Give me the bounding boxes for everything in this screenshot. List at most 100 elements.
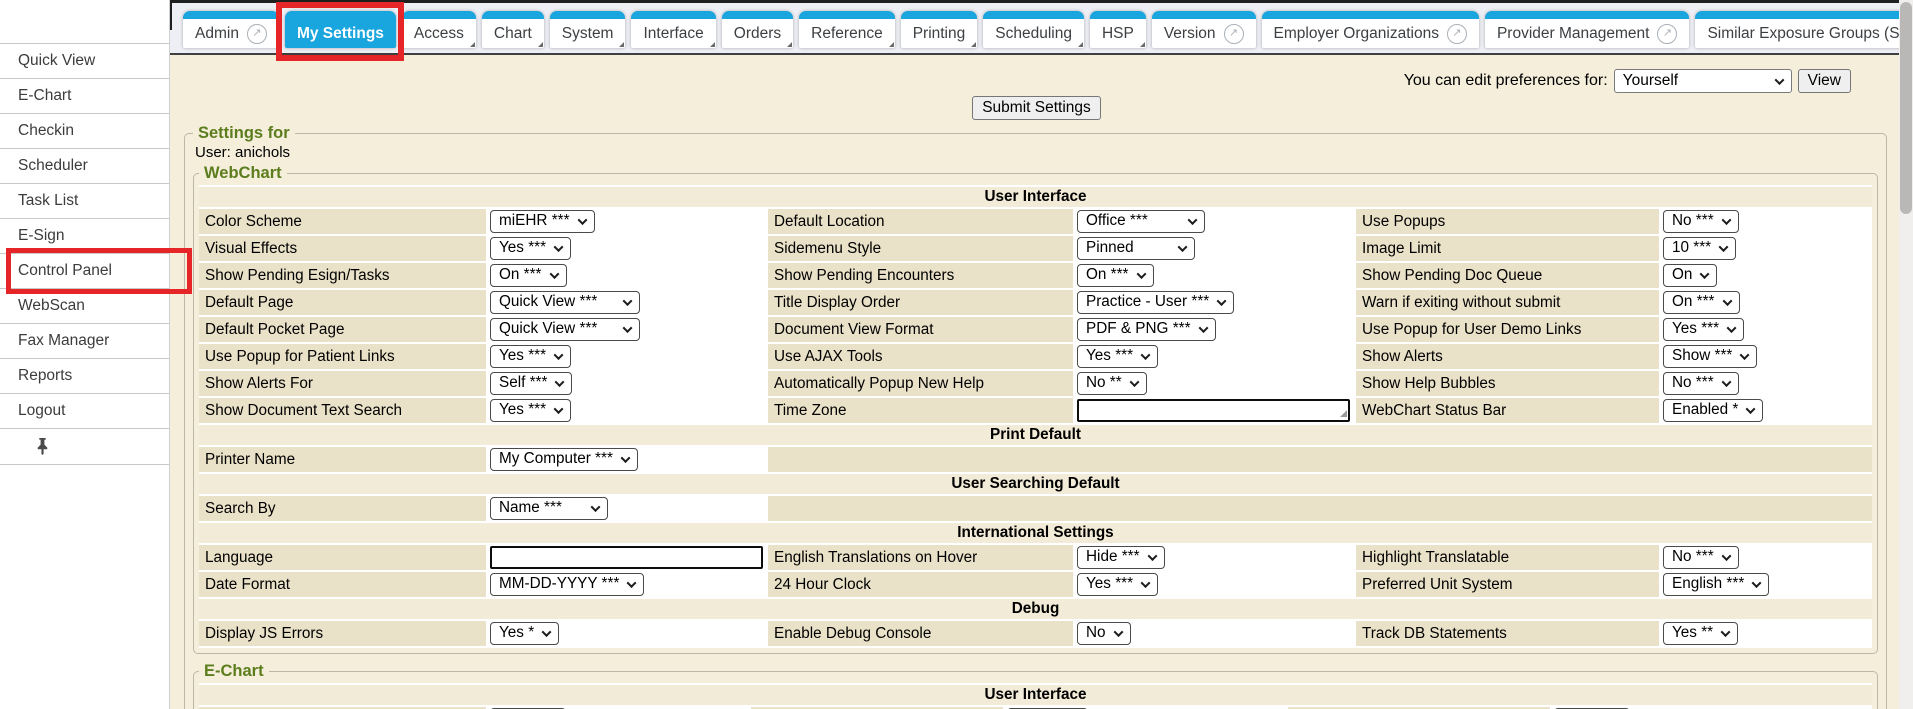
use-popup-user-demo-links-select[interactable]: Yes ***: [1663, 318, 1744, 341]
show-pending-encounters-select[interactable]: On ***: [1077, 264, 1154, 287]
sidebar-item-e-chart[interactable]: E-Chart: [0, 79, 169, 114]
default-pocket-page-select[interactable]: Quick View ***: [490, 318, 640, 341]
chevron-down-icon: [554, 350, 564, 360]
pin-icon[interactable]: [36, 438, 49, 455]
tab-version[interactable]: Version↗: [1152, 11, 1256, 48]
scrollbar-thumb[interactable]: [1900, 2, 1912, 214]
popout-icon[interactable]: ↗: [247, 24, 267, 44]
sidebar-item-control-panel[interactable]: Control Panel: [0, 254, 169, 289]
setting-label: Default Pocket Page: [199, 317, 486, 342]
english-translations-hover-select[interactable]: Hide ***: [1077, 546, 1165, 569]
color-scheme-select[interactable]: miEHR ***: [490, 210, 595, 233]
section-header: User Searching Default: [199, 474, 1872, 494]
settings-row: Printer Name My Computer ***: [199, 447, 1872, 472]
document-view-format-select[interactable]: PDF & PNG ***: [1077, 318, 1216, 341]
default-location-select[interactable]: Office ***: [1077, 210, 1205, 233]
sidebar-item-webscan[interactable]: WebScan: [0, 289, 169, 324]
visual-effects-select[interactable]: Yes ***: [490, 237, 571, 260]
show-pending-doc-queue-select[interactable]: On: [1663, 264, 1717, 287]
tab-employer-organizations[interactable]: Employer Organizations↗: [1262, 11, 1479, 48]
tab-reference[interactable]: Reference: [799, 11, 895, 48]
menu-corner-icon: [971, 42, 976, 47]
sidebar: Quick View E-Chart Checkin Scheduler Tas…: [0, 0, 170, 709]
warn-if-exiting-select[interactable]: On ***: [1663, 291, 1740, 314]
tab-scheduling[interactable]: Scheduling: [983, 11, 1084, 48]
show-help-bubbles-select[interactable]: No ***: [1663, 372, 1739, 395]
popout-icon[interactable]: ↗: [1224, 24, 1244, 44]
view-button[interactable]: View: [1798, 69, 1851, 93]
sidebar-item-task-list[interactable]: Task List: [0, 184, 169, 219]
tab-similar-exposure-groups[interactable]: Similar Exposure Groups (SEGs)↗: [1695, 11, 1913, 48]
auto-popup-new-help-select[interactable]: No **: [1077, 372, 1147, 395]
scrollbar-track[interactable]: [1899, 0, 1913, 709]
show-alerts-select[interactable]: Show ***: [1663, 345, 1757, 368]
submit-settings-button[interactable]: Submit Settings: [972, 96, 1101, 120]
default-page-select[interactable]: Quick View ***: [490, 291, 640, 314]
echart-settings-table: User Interface Force multi-row tabs open…: [199, 683, 1872, 709]
setting-label: Date Format: [199, 572, 486, 597]
24-hour-clock-select[interactable]: Yes ***: [1077, 573, 1158, 596]
setting-label: Color Scheme: [199, 209, 486, 234]
tab-interface[interactable]: Interface: [631, 11, 715, 48]
webchart-status-bar-select[interactable]: Enabled *: [1663, 399, 1763, 422]
tab-my-settings[interactable]: My Settings: [285, 11, 396, 48]
edit-preferences-for-select[interactable]: Yourself: [1614, 69, 1792, 93]
tab-label: Interface: [643, 25, 703, 43]
display-js-errors-select[interactable]: Yes *: [490, 622, 559, 645]
time-zone-input[interactable]: [1077, 399, 1350, 422]
tab-system[interactable]: System: [550, 11, 626, 48]
use-popup-patient-links-select[interactable]: Yes ***: [490, 345, 571, 368]
setting-label: Default Page: [199, 290, 486, 315]
setting-label: Show Pending Esign/Tasks: [199, 263, 486, 288]
printer-name-select[interactable]: My Computer ***: [490, 448, 638, 471]
search-by-select[interactable]: Name ***: [490, 497, 608, 520]
sidebar-item-checkin[interactable]: Checkin: [0, 114, 169, 149]
show-document-text-search-select[interactable]: Yes ***: [490, 399, 571, 422]
setting-label: Visual Effects: [199, 236, 486, 261]
chevron-down-icon: [623, 323, 633, 333]
setting-label: Image Limit: [1356, 236, 1659, 261]
settings-row: Language English Translations on Hover H…: [199, 545, 1872, 570]
date-format-select[interactable]: MM-DD-YYYY ***: [490, 573, 644, 596]
setting-label: Track DB Statements: [1356, 621, 1659, 646]
setting-label: Use AJAX Tools: [768, 344, 1073, 369]
chevron-down-icon: [1727, 323, 1737, 333]
image-limit-select[interactable]: 10 ***: [1663, 237, 1736, 260]
popout-icon[interactable]: ↗: [1447, 24, 1467, 44]
preferred-unit-system-select[interactable]: English ***: [1663, 573, 1769, 596]
tab-hsp[interactable]: HSP: [1090, 11, 1146, 48]
use-ajax-tools-select[interactable]: Yes ***: [1077, 345, 1158, 368]
use-popups-select[interactable]: No ***: [1663, 210, 1739, 233]
sidebar-item-fax-manager[interactable]: Fax Manager: [0, 324, 169, 359]
popout-icon[interactable]: ↗: [1657, 24, 1677, 44]
tab-label: Access: [414, 25, 464, 43]
track-db-statements-select[interactable]: Yes **: [1663, 622, 1738, 645]
highlight-translatable-select[interactable]: No ***: [1663, 546, 1739, 569]
sidebar-item-reports[interactable]: Reports: [0, 359, 169, 394]
tab-admin[interactable]: Admin ↗: [183, 11, 279, 48]
chevron-down-icon: [1198, 323, 1208, 333]
chevron-down-icon: [1746, 404, 1756, 414]
tab-provider-management[interactable]: Provider Management↗: [1485, 11, 1690, 48]
tab-label: Admin: [195, 25, 239, 43]
settings-row: Default Page Quick View *** Title Displa…: [199, 290, 1872, 315]
tab-orders[interactable]: Orders: [722, 11, 793, 48]
sidebar-item-logout[interactable]: Logout: [0, 394, 169, 429]
tab-printing[interactable]: Printing: [901, 11, 978, 48]
sidebar-item-quick-view[interactable]: Quick View: [0, 44, 169, 79]
sidebar-item-label: E-Chart: [18, 87, 71, 104]
settings-row: Display JS Errors Yes * Enable Debug Con…: [199, 621, 1872, 646]
language-input[interactable]: [490, 546, 763, 569]
tab-access[interactable]: Access: [402, 11, 476, 48]
title-display-order-select[interactable]: Practice - User ***: [1077, 291, 1234, 314]
enable-debug-console-select[interactable]: No: [1077, 622, 1131, 645]
settings-row: Default Pocket Page Quick View *** Docum…: [199, 317, 1872, 342]
sidebar-item-scheduler[interactable]: Scheduler: [0, 149, 169, 184]
sidebar-item-e-sign[interactable]: E-Sign: [0, 219, 169, 254]
show-pending-esign-tasks-select[interactable]: On ***: [490, 264, 567, 287]
tab-chart[interactable]: Chart: [482, 11, 544, 48]
settings-row: Date Format MM-DD-YYYY *** 24 Hour Clock…: [199, 572, 1872, 597]
setting-label: Document View Format: [768, 317, 1073, 342]
sidemenu-style-select[interactable]: Pinned: [1077, 237, 1195, 260]
show-alerts-for-select[interactable]: Self ***: [490, 372, 572, 395]
